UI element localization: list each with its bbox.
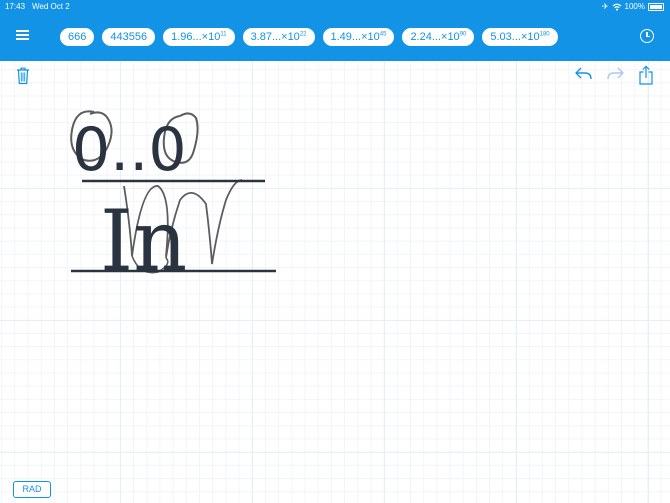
airplane-icon: ✈: [601, 2, 609, 11]
history-list: 666 443556 1.96...×1011 3.87...×1022 1.4…: [60, 28, 558, 46]
battery-percent: 100%: [624, 2, 645, 11]
recognized-expression[interactable]: 0..0 In: [60, 100, 290, 285]
history-item[interactable]: 666: [60, 28, 95, 46]
status-indicators: ✈ 100%: [602, 2, 664, 11]
trash-icon[interactable]: [15, 66, 35, 86]
history-item[interactable]: 443556: [102, 28, 156, 46]
angle-mode-button[interactable]: RAD: [13, 481, 51, 498]
history-item[interactable]: 5.03...×10180: [482, 28, 558, 46]
top-bar: 17:43 Wed Oct 2 ✈ 100% 666 443556 1.96..…: [0, 0, 670, 61]
history-item[interactable]: 1.96...×1011: [163, 28, 235, 46]
redo-icon[interactable]: [605, 66, 625, 86]
share-icon[interactable]: [638, 65, 658, 85]
undo-icon[interactable]: [574, 66, 594, 86]
history-item[interactable]: 2.24...×1090: [402, 28, 475, 46]
history-item[interactable]: 1.49...×1045: [322, 28, 395, 46]
clock-icon[interactable]: [640, 29, 654, 43]
history-item[interactable]: 3.87...×1022: [242, 28, 315, 46]
wifi-icon: [612, 3, 621, 11]
numerator-text: 0..0: [72, 115, 187, 185]
battery-icon: [648, 2, 664, 11]
status-time: 17:43: [5, 2, 26, 11]
menu-icon[interactable]: [16, 30, 29, 40]
status-date: Wed Oct 2: [32, 2, 70, 11]
